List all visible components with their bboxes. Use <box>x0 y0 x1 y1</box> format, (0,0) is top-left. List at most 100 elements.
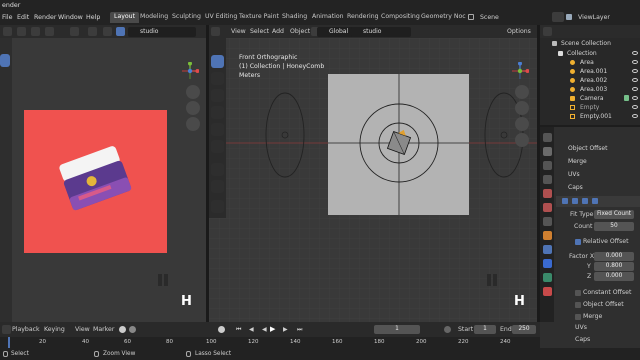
tab-geometry-nodes[interactable]: Geometry Noc <box>417 12 470 23</box>
fit-type-select[interactable]: Fixed Count <box>594 210 634 219</box>
gizmo-icon[interactable] <box>45 27 54 36</box>
collection-tab-icon[interactable] <box>543 217 552 226</box>
menu-render[interactable]: Render <box>34 14 56 21</box>
playhead[interactable] <box>8 337 10 348</box>
relative-offset-checkbox[interactable] <box>575 239 581 245</box>
factor-y-input[interactable]: 0.800 <box>594 262 634 271</box>
record-icon[interactable] <box>218 326 225 333</box>
scene-name[interactable]: Scene <box>480 14 499 21</box>
factor-z-input[interactable]: 0.000 <box>594 272 634 281</box>
tab-modeling[interactable]: Modeling <box>136 12 172 23</box>
outliner-row[interactable]: Empty.001 <box>540 112 640 122</box>
camera-view-icon[interactable] <box>515 117 529 131</box>
edit-mode-icon[interactable] <box>572 198 578 204</box>
world-tab-icon[interactable] <box>543 203 552 212</box>
current-frame-input[interactable]: 1 <box>374 325 420 334</box>
pan-hand-icon[interactable] <box>186 101 200 115</box>
pan-hand-icon[interactable] <box>515 101 529 115</box>
array-modifier-header[interactable] <box>556 196 640 207</box>
menu-file[interactable]: File <box>2 14 13 21</box>
overlay-icon[interactable] <box>31 27 40 36</box>
zoom-icon[interactable] <box>515 85 529 99</box>
main-viewport[interactable]: Front Orthographic (1) Collection | Hone… <box>209 38 537 322</box>
measure-tool-icon[interactable] <box>211 180 224 193</box>
visibility-eye-icon[interactable] <box>632 96 638 100</box>
scene-browse-button[interactable] <box>552 12 564 22</box>
camera-view-icon[interactable] <box>186 117 200 131</box>
subpanel-merge[interactable]: Merge <box>568 158 587 168</box>
shading-solid-icon[interactable] <box>103 27 112 36</box>
start-frame-input[interactable]: 1 <box>474 325 496 334</box>
play-reverse-icon[interactable]: ◀ <box>262 326 267 333</box>
tab-layout[interactable]: Layout <box>110 12 140 23</box>
particles-tab-icon[interactable] <box>543 259 552 268</box>
tab-shading[interactable]: Shading <box>278 12 311 23</box>
end-frame-input[interactable]: 250 <box>512 325 536 334</box>
factor-x-input[interactable]: 0.000 <box>594 252 634 261</box>
subpanel-caps[interactable]: Caps <box>575 336 590 343</box>
axis-gizmo[interactable] <box>511 61 530 80</box>
filter-icon[interactable] <box>543 27 552 36</box>
subpanel-object-offset[interactable]: Object Offset <box>583 301 624 308</box>
keyframe-icon[interactable] <box>129 326 136 333</box>
studio-select[interactable]: studio <box>128 27 196 37</box>
record-icon[interactable] <box>119 326 126 333</box>
editor-type-icon[interactable] <box>2 325 11 334</box>
visibility-eye-icon[interactable] <box>632 105 638 109</box>
subpanel-constant-offset[interactable]: Constant Offset <box>583 289 631 296</box>
snap-icon[interactable] <box>70 27 79 36</box>
scene-tab-icon[interactable] <box>543 189 552 198</box>
output-tab-icon[interactable] <box>543 161 552 170</box>
zoom-icon[interactable] <box>186 85 200 99</box>
transform-tool-icon[interactable] <box>211 140 224 153</box>
visibility-eye-icon[interactable] <box>632 87 638 91</box>
move-tool-icon[interactable] <box>211 89 224 102</box>
frame-ruler[interactable]: 20 40 60 80 100 120 140 160 180 200 220 … <box>0 337 540 348</box>
scale-tool-icon[interactable] <box>211 123 224 136</box>
jump-start-icon[interactable]: ⏮ <box>236 326 241 334</box>
outliner-row[interactable]: Scene Collection <box>540 39 640 49</box>
menu-marker[interactable]: Marker <box>93 326 114 333</box>
next-key-icon[interactable]: ▶ <box>283 326 288 333</box>
menu-select[interactable]: Select <box>250 28 269 35</box>
cursor-tool-icon[interactable] <box>211 72 224 85</box>
modifier-tab-icon[interactable] <box>543 245 552 254</box>
realtime-icon[interactable] <box>582 198 588 204</box>
object-offset-checkbox[interactable] <box>575 302 581 308</box>
view-layer-tab-icon[interactable] <box>543 175 552 184</box>
visibility-eye-icon[interactable] <box>632 51 638 55</box>
proportional-edit-icon[interactable] <box>88 27 97 36</box>
prev-key-icon[interactable]: ◀ <box>249 326 254 333</box>
subpanel-uvs[interactable]: UVs <box>575 324 587 331</box>
select-tool-icon[interactable] <box>0 54 10 67</box>
menu-help[interactable]: Help <box>86 14 100 21</box>
editor-type-icon[interactable] <box>211 27 220 36</box>
viewlayer-name[interactable]: ViewLayer <box>578 14 610 21</box>
menu-window[interactable]: Window <box>58 14 83 21</box>
subpanel-merge[interactable]: Merge <box>583 313 602 320</box>
subpanel-caps[interactable]: Caps <box>568 184 583 194</box>
left-render-viewport[interactable]: H <box>0 38 206 322</box>
menu-view[interactable]: View <box>75 326 90 333</box>
menu-view[interactable]: View <box>231 28 246 35</box>
visibility-eye-icon[interactable] <box>632 114 638 118</box>
studio-select[interactable]: studio <box>351 27 411 37</box>
material-tab-icon[interactable] <box>543 287 552 296</box>
subpanel-uvs[interactable]: UVs <box>568 171 580 181</box>
menu-object[interactable]: Object <box>290 28 310 35</box>
menu-edit[interactable]: Edit <box>17 14 29 21</box>
tool-tab-icon[interactable] <box>543 133 552 142</box>
preview-range-icon[interactable] <box>444 326 451 333</box>
menu-keying[interactable]: Keying <box>44 326 65 333</box>
jump-end-icon[interactable]: ⏭ <box>297 326 302 334</box>
play-icon[interactable]: ▶ <box>270 325 275 333</box>
render-tab-icon[interactable] <box>543 147 552 156</box>
annotate-tool-icon[interactable] <box>211 163 224 176</box>
tab-sculpting[interactable]: Sculpting <box>168 12 205 23</box>
render-icon[interactable] <box>592 198 598 204</box>
physics-tab-icon[interactable] <box>543 273 552 282</box>
options-dropdown[interactable]: Options <box>507 28 531 35</box>
visibility-eye-icon[interactable] <box>632 69 638 73</box>
constant-offset-checkbox[interactable] <box>575 290 581 296</box>
menu-playback[interactable]: Playback <box>12 326 40 333</box>
